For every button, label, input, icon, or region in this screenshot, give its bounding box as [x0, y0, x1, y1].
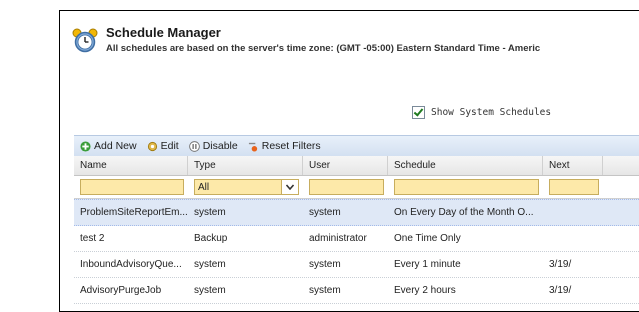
reset-filters-button[interactable]: Reset Filters: [248, 140, 321, 152]
column-header-next[interactable]: Next: [543, 156, 603, 175]
column-header-type[interactable]: Type: [188, 156, 303, 175]
cell-next: 3/19/: [549, 285, 572, 296]
name-filter-cell: [74, 176, 188, 198]
table-row[interactable]: test 2 Backup administrator One Time Onl…: [74, 226, 639, 252]
table-row[interactable]: InboundAdvisoryQue... system system Ever…: [74, 252, 639, 278]
show-system-label: Show System Schedules: [431, 107, 552, 118]
edit-gear-icon: [147, 141, 157, 151]
name-filter-input[interactable]: [80, 179, 184, 195]
column-header-name[interactable]: Name: [74, 156, 188, 175]
cell-type: system: [194, 207, 226, 218]
next-filter-cell: [543, 176, 603, 198]
cell-schedule: On Every Day of the Month O...: [394, 207, 534, 218]
cell-user: system: [309, 207, 341, 218]
timezone-note: All schedules are based on the server's …: [106, 43, 541, 54]
grid-filter-row: All: [74, 176, 639, 199]
cell-user: system: [309, 285, 341, 296]
page-header: Schedule Manager All schedules are based…: [72, 23, 639, 63]
cell-type: system: [194, 259, 226, 270]
cell-next: 3/19/: [549, 259, 572, 270]
add-new-label: Add New: [94, 140, 137, 152]
schedule-filter-input[interactable]: [394, 179, 539, 195]
show-system-checkbox[interactable]: [412, 106, 425, 119]
user-filter-cell: [303, 176, 388, 198]
cell-next: [543, 200, 603, 225]
user-filter-input[interactable]: [309, 179, 384, 195]
grid-toolbar: Add New Edit Disable Reset Filters: [74, 135, 639, 157]
type-filter-value: All: [198, 181, 210, 193]
schedule-filter-cell: [388, 176, 543, 198]
alarm-clock-icon: [72, 28, 98, 53]
cell-schedule: Every 1 minute: [394, 259, 461, 270]
pause-icon: [188, 140, 200, 152]
edit-label: Edit: [160, 140, 179, 152]
column-header-user[interactable]: User: [303, 156, 388, 175]
page-title: Schedule Manager: [106, 25, 221, 40]
cell-schedule: One Time Only: [394, 233, 461, 244]
cell-next: [543, 226, 603, 251]
next-filter-input[interactable]: [549, 179, 599, 195]
grid-header-row: Name Type User Schedule Next: [74, 156, 639, 176]
cell-name: test 2: [80, 233, 105, 244]
cell-schedule: Every 2 hours: [394, 285, 456, 296]
cell-type: system: [194, 285, 226, 296]
edit-button[interactable]: Edit: [147, 140, 179, 152]
cell-name: AdvisoryPurgeJob: [80, 285, 162, 296]
cell-name: ProblemSiteReportEm...: [80, 207, 188, 218]
schedule-manager-window: Schedule Manager All schedules are based…: [59, 10, 639, 312]
table-row[interactable]: AdvisoryPurgeJob system system Every 2 h…: [74, 278, 639, 304]
cell-user: system: [309, 259, 341, 270]
chevron-down-icon[interactable]: [281, 180, 298, 194]
schedule-grid: Name Type User Schedule Next All Problem…: [74, 156, 639, 304]
disable-label: Disable: [202, 140, 238, 152]
show-system-schedules-toggle[interactable]: Show System Schedules: [412, 106, 551, 119]
column-header-schedule[interactable]: Schedule: [388, 156, 543, 175]
cell-name: InboundAdvisoryQue...: [80, 259, 182, 270]
reset-filter-icon: [248, 142, 257, 152]
add-icon: [80, 140, 91, 152]
type-filter-select[interactable]: All: [194, 179, 299, 195]
cell-user: administrator: [309, 233, 367, 244]
type-filter-cell: All: [188, 176, 303, 198]
disable-button[interactable]: Disable: [188, 140, 238, 152]
reset-filters-label: Reset Filters: [261, 140, 321, 152]
cell-type: Backup: [194, 233, 228, 244]
table-row[interactable]: ProblemSiteReportEm... system system On …: [74, 199, 639, 226]
add-new-button[interactable]: Add New: [80, 140, 137, 152]
